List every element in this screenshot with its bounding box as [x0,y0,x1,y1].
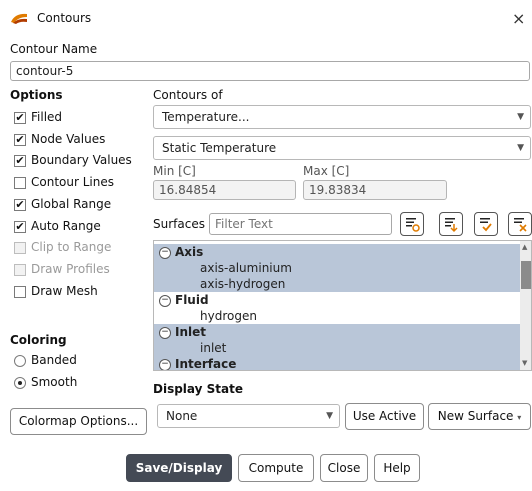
surfaces-list[interactable]: − Axis axis-aluminium axis-hydrogen − Fluid hy… [153,240,532,371]
radio-banded[interactable] [14,355,26,367]
apply-selection-icon [480,218,492,232]
radio-smooth[interactable] [14,377,26,389]
coloring-option-label: Smooth [31,375,78,389]
option-label: Auto Range [31,219,101,233]
scrollbar-thumb[interactable] [521,261,531,289]
option-label: Global Range [31,197,112,211]
option-label: Contour Lines [31,175,114,189]
collapse-icon[interactable]: − [159,294,171,307]
surface-item[interactable]: hydrogen [154,308,520,324]
colormap-options-button[interactable]: Colormap Options... [10,408,147,435]
checkbox-node-values[interactable]: ✔ [14,134,26,146]
checkbox-contour-lines[interactable] [14,177,26,189]
surface-item[interactable]: axis-hydrogen [154,276,520,292]
surface-group-label: Interface [175,357,237,371]
select-all-surfaces-icon [445,218,458,233]
coloring-heading: Coloring [10,333,67,347]
option-label: Node Values [31,132,106,146]
save-display-button[interactable]: Save/Display [126,454,232,482]
window-title: Contours [37,11,92,25]
contour-name-input[interactable]: contour-5 [10,61,530,81]
checkbox-global-range[interactable]: ✔ [14,199,26,211]
surface-item[interactable]: inlet [154,340,520,356]
contours-of-label: Contours of [153,88,223,102]
display-state-value: None [166,409,198,423]
surface-group-row[interactable]: − Inlet [154,324,520,340]
filter-surfaces-icon [406,218,420,232]
checkbox-filled[interactable]: ✔ [14,112,26,124]
display-state-dropdown[interactable]: None ▼ [157,404,340,428]
option-label: Draw Profiles [31,262,110,276]
surface-group-label: Axis [175,245,204,259]
surface-group-row[interactable]: − Interface [154,356,520,371]
clear-selection-icon [514,218,527,232]
contours-sub-dropdown[interactable]: Static Temperature ▼ [153,136,531,160]
checkbox-draw-profiles [14,264,26,276]
checkbox-auto-range[interactable]: ✔ [14,221,26,233]
collapse-icon[interactable]: − [159,326,171,339]
new-surface-label: New Surface [437,409,514,423]
checkbox-clip-to-range [14,242,26,254]
chevron-down-icon: ▼ [517,112,524,122]
surface-group-row[interactable]: − Axis [154,244,520,260]
surfaces-scrollbar[interactable]: ▲ ▼ [520,241,531,370]
scroll-up-icon[interactable]: ▲ [522,243,527,251]
surface-group-label: Inlet [175,325,206,339]
checkbox-boundary-values[interactable]: ✔ [14,155,26,167]
surface-group-row[interactable]: − Fluid [154,292,520,308]
help-button[interactable]: Help [374,454,420,482]
compute-button[interactable]: Compute [238,454,314,482]
option-label: Draw Mesh [31,284,98,298]
contour-name-label: Contour Name [10,42,98,56]
filter-surfaces-button[interactable] [400,212,424,236]
surfaces-filter-input[interactable] [209,213,392,235]
close-icon[interactable]: × [512,9,525,28]
new-surface-button[interactable]: New Surface ▾ [428,403,531,430]
contours-of-dropdown[interactable]: Temperature... ▼ [153,105,531,129]
chevron-down-icon: ▾ [517,413,522,422]
apply-selection-button[interactable] [474,212,498,236]
collapse-icon[interactable]: − [159,246,171,259]
contours-of-value: Temperature... [162,110,250,124]
close-button[interactable]: Close [320,454,368,482]
coloring-option-label: Banded [31,353,77,367]
max-value-field: 19.83834 [303,180,447,200]
fluent-logo-icon [11,13,27,24]
contours-sub-value: Static Temperature [162,141,277,155]
chevron-down-icon: ▼ [517,143,524,153]
display-state-label: Display State [153,382,243,396]
surface-group-label: Fluid [175,293,209,307]
options-heading: Options [10,88,63,102]
scroll-down-icon[interactable]: ▼ [522,359,527,367]
option-label: Filled [31,110,63,124]
use-active-button[interactable]: Use Active [345,403,424,430]
clear-selection-button[interactable] [508,212,532,236]
option-label: Boundary Values [31,153,132,167]
min-label: Min [C] [153,164,196,178]
option-label: Clip to Range [31,240,112,254]
radio-dot [18,381,22,385]
chevron-down-icon: ▼ [326,411,333,421]
surfaces-label: Surfaces [153,217,205,231]
checkbox-draw-mesh[interactable] [14,286,26,298]
min-value-field: 16.84854 [153,180,296,200]
collapse-icon[interactable]: − [159,358,171,370]
surface-item[interactable]: axis-aluminium [154,260,520,276]
max-label: Max [C] [303,164,350,178]
select-all-surfaces-button[interactable] [439,212,463,236]
